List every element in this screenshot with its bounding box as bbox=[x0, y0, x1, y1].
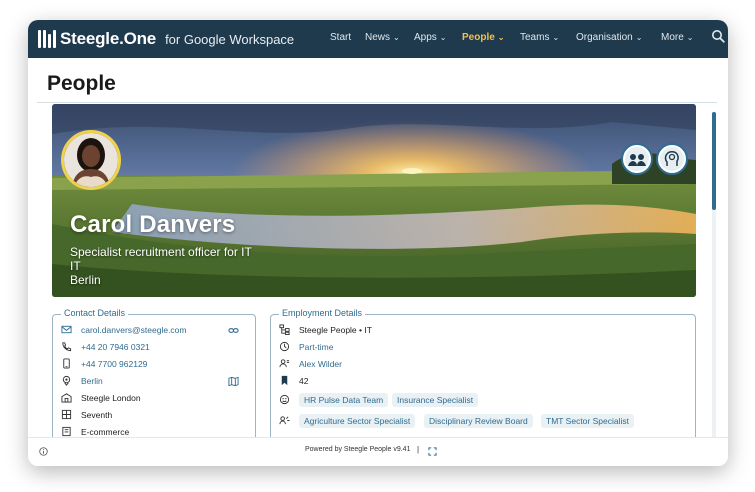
contact-email-row: carol.danvers@steegle.com bbox=[61, 324, 186, 335]
app-window: Steegle.One for Google Workspace Start N… bbox=[28, 20, 728, 466]
top-navigation-bar: Steegle.One for Google Workspace Start N… bbox=[28, 20, 728, 58]
landscape-photo bbox=[52, 104, 696, 297]
page-title: People bbox=[47, 72, 116, 95]
nav-more-label: More bbox=[661, 32, 684, 43]
building-icon bbox=[61, 393, 72, 403]
nav-people-label: People bbox=[462, 32, 495, 43]
profile-avatar bbox=[61, 130, 121, 190]
employment-manager-row: Alex Wilder bbox=[279, 358, 342, 369]
employment-type[interactable]: Part-time bbox=[299, 342, 333, 352]
tag-agriculture-specialist[interactable]: Agriculture Sector Specialist bbox=[299, 414, 416, 428]
expertise-row bbox=[279, 415, 299, 426]
contact-mobile-row: +44 7700 962129 bbox=[61, 358, 147, 369]
powered-by-text[interactable]: Powered by Steegle People v9.41 bbox=[305, 446, 410, 453]
brand-suffix: for Google Workspace bbox=[165, 31, 295, 47]
contact-details-card: Contact Details carol.danvers@steegle.co… bbox=[52, 308, 256, 456]
footer-separator: | bbox=[417, 445, 420, 454]
scrollbar-thumb[interactable] bbox=[712, 112, 716, 210]
contact-location-row: Berlin bbox=[61, 375, 103, 386]
contact-office-row: Steegle London bbox=[61, 392, 141, 403]
nav-people[interactable]: People ⌄ bbox=[462, 32, 505, 43]
contact-desk-row: E-commerce bbox=[61, 426, 129, 437]
employment-team: Steegle People • IT bbox=[299, 324, 372, 335]
tag-insurance-specialist[interactable]: Insurance Specialist bbox=[392, 393, 479, 407]
contact-phone-row: +44 20 7946 0321 bbox=[61, 341, 150, 352]
page-footer: Powered by Steegle People v9.41 | bbox=[28, 437, 728, 466]
nav-organisation[interactable]: Organisation ⌄ bbox=[576, 32, 642, 43]
expertise-icon bbox=[279, 416, 290, 425]
contact-desk: E-commerce bbox=[81, 426, 130, 437]
manager-icon bbox=[279, 359, 290, 368]
nav-start[interactable]: Start bbox=[330, 32, 351, 43]
contact-email[interactable]: carol.danvers@steegle.com bbox=[81, 325, 186, 335]
steegle-logo-icon bbox=[38, 30, 56, 48]
employment-number-row: 42 bbox=[279, 375, 308, 386]
fullscreen-icon[interactable] bbox=[428, 447, 437, 456]
location-pin-icon bbox=[62, 375, 71, 386]
contact-details-legend: Contact Details bbox=[61, 308, 129, 318]
bookmark-icon bbox=[281, 375, 288, 386]
mobile-icon bbox=[63, 358, 70, 369]
contact-location[interactable]: Berlin bbox=[81, 376, 103, 386]
chevron-down-icon: ⌄ bbox=[635, 33, 643, 42]
contact-floor: Seventh bbox=[81, 409, 113, 420]
floor-icon bbox=[61, 409, 72, 420]
skills-icon bbox=[279, 394, 290, 405]
nav-organisation-label: Organisation bbox=[576, 32, 633, 43]
title-divider bbox=[37, 102, 717, 103]
phone-icon bbox=[62, 342, 72, 352]
nav-start-label: Start bbox=[330, 32, 352, 43]
employment-details-card: Employment Details Steegle People • IT P… bbox=[270, 308, 696, 456]
chevron-down-icon: ⌄ bbox=[686, 33, 694, 42]
nav-teams-label: Teams bbox=[520, 32, 550, 43]
search-icon[interactable] bbox=[711, 29, 725, 43]
employment-details-legend: Employment Details bbox=[279, 308, 366, 318]
nav-news-label: News bbox=[365, 32, 391, 43]
org-chart-icon bbox=[279, 324, 290, 335]
info-icon[interactable] bbox=[39, 447, 48, 456]
person-photo bbox=[64, 133, 118, 187]
skills-row bbox=[279, 394, 299, 405]
employment-type-row: Part-time bbox=[279, 341, 333, 352]
profile-department: IT bbox=[70, 259, 81, 273]
team-badge-icon[interactable] bbox=[621, 143, 653, 175]
profile-job-title: Specialist recruitment officer for IT bbox=[70, 245, 252, 259]
head-gear-icon bbox=[660, 147, 684, 171]
tag-tmt-sector-specialist[interactable]: TMT Sector Specialist bbox=[541, 414, 634, 428]
group-icon bbox=[625, 147, 649, 171]
contact-mobile[interactable]: +44 7700 962129 bbox=[81, 359, 147, 369]
insights-badge-icon[interactable] bbox=[656, 143, 688, 175]
nav-apps-label: Apps bbox=[414, 32, 437, 43]
contact-floor-row: Seventh bbox=[61, 409, 112, 420]
chevron-down-icon: ⌄ bbox=[497, 33, 505, 42]
brand-logo[interactable]: Steegle.One for Google Workspace bbox=[38, 29, 294, 49]
link-icon[interactable] bbox=[228, 325, 239, 336]
contact-office: Steegle London bbox=[81, 392, 141, 403]
employment-number: 42 bbox=[299, 375, 309, 386]
tag-disciplinary-review-board[interactable]: Disciplinary Review Board bbox=[424, 414, 533, 428]
profile-name: Carol Danvers bbox=[70, 211, 236, 238]
contact-phone[interactable]: +44 20 7946 0321 bbox=[81, 342, 150, 352]
profile-location: Berlin bbox=[70, 273, 101, 287]
desk-icon bbox=[62, 426, 71, 437]
clock-icon bbox=[279, 341, 290, 352]
nav-more[interactable]: More ⌄ bbox=[661, 32, 694, 43]
chevron-down-icon: ⌄ bbox=[393, 33, 400, 42]
chevron-down-icon: ⌄ bbox=[552, 33, 560, 42]
map-icon[interactable] bbox=[228, 376, 239, 387]
employment-manager[interactable]: Alex Wilder bbox=[299, 359, 342, 369]
chevron-down-icon: ⌄ bbox=[439, 33, 447, 42]
nav-news[interactable]: News ⌄ bbox=[365, 32, 400, 43]
people-page: People Carol Danvers Specialist recruitm… bbox=[37, 59, 717, 456]
nav-teams[interactable]: Teams ⌄ bbox=[520, 32, 559, 43]
brand-name: Steegle.One bbox=[60, 29, 157, 48]
tag-hr-pulse[interactable]: HR Pulse Data Team bbox=[299, 393, 389, 407]
profile-banner-image bbox=[52, 104, 696, 297]
employment-team-row: Steegle People • IT bbox=[279, 324, 372, 335]
nav-apps[interactable]: Apps ⌄ bbox=[414, 32, 447, 43]
email-icon bbox=[61, 325, 72, 334]
